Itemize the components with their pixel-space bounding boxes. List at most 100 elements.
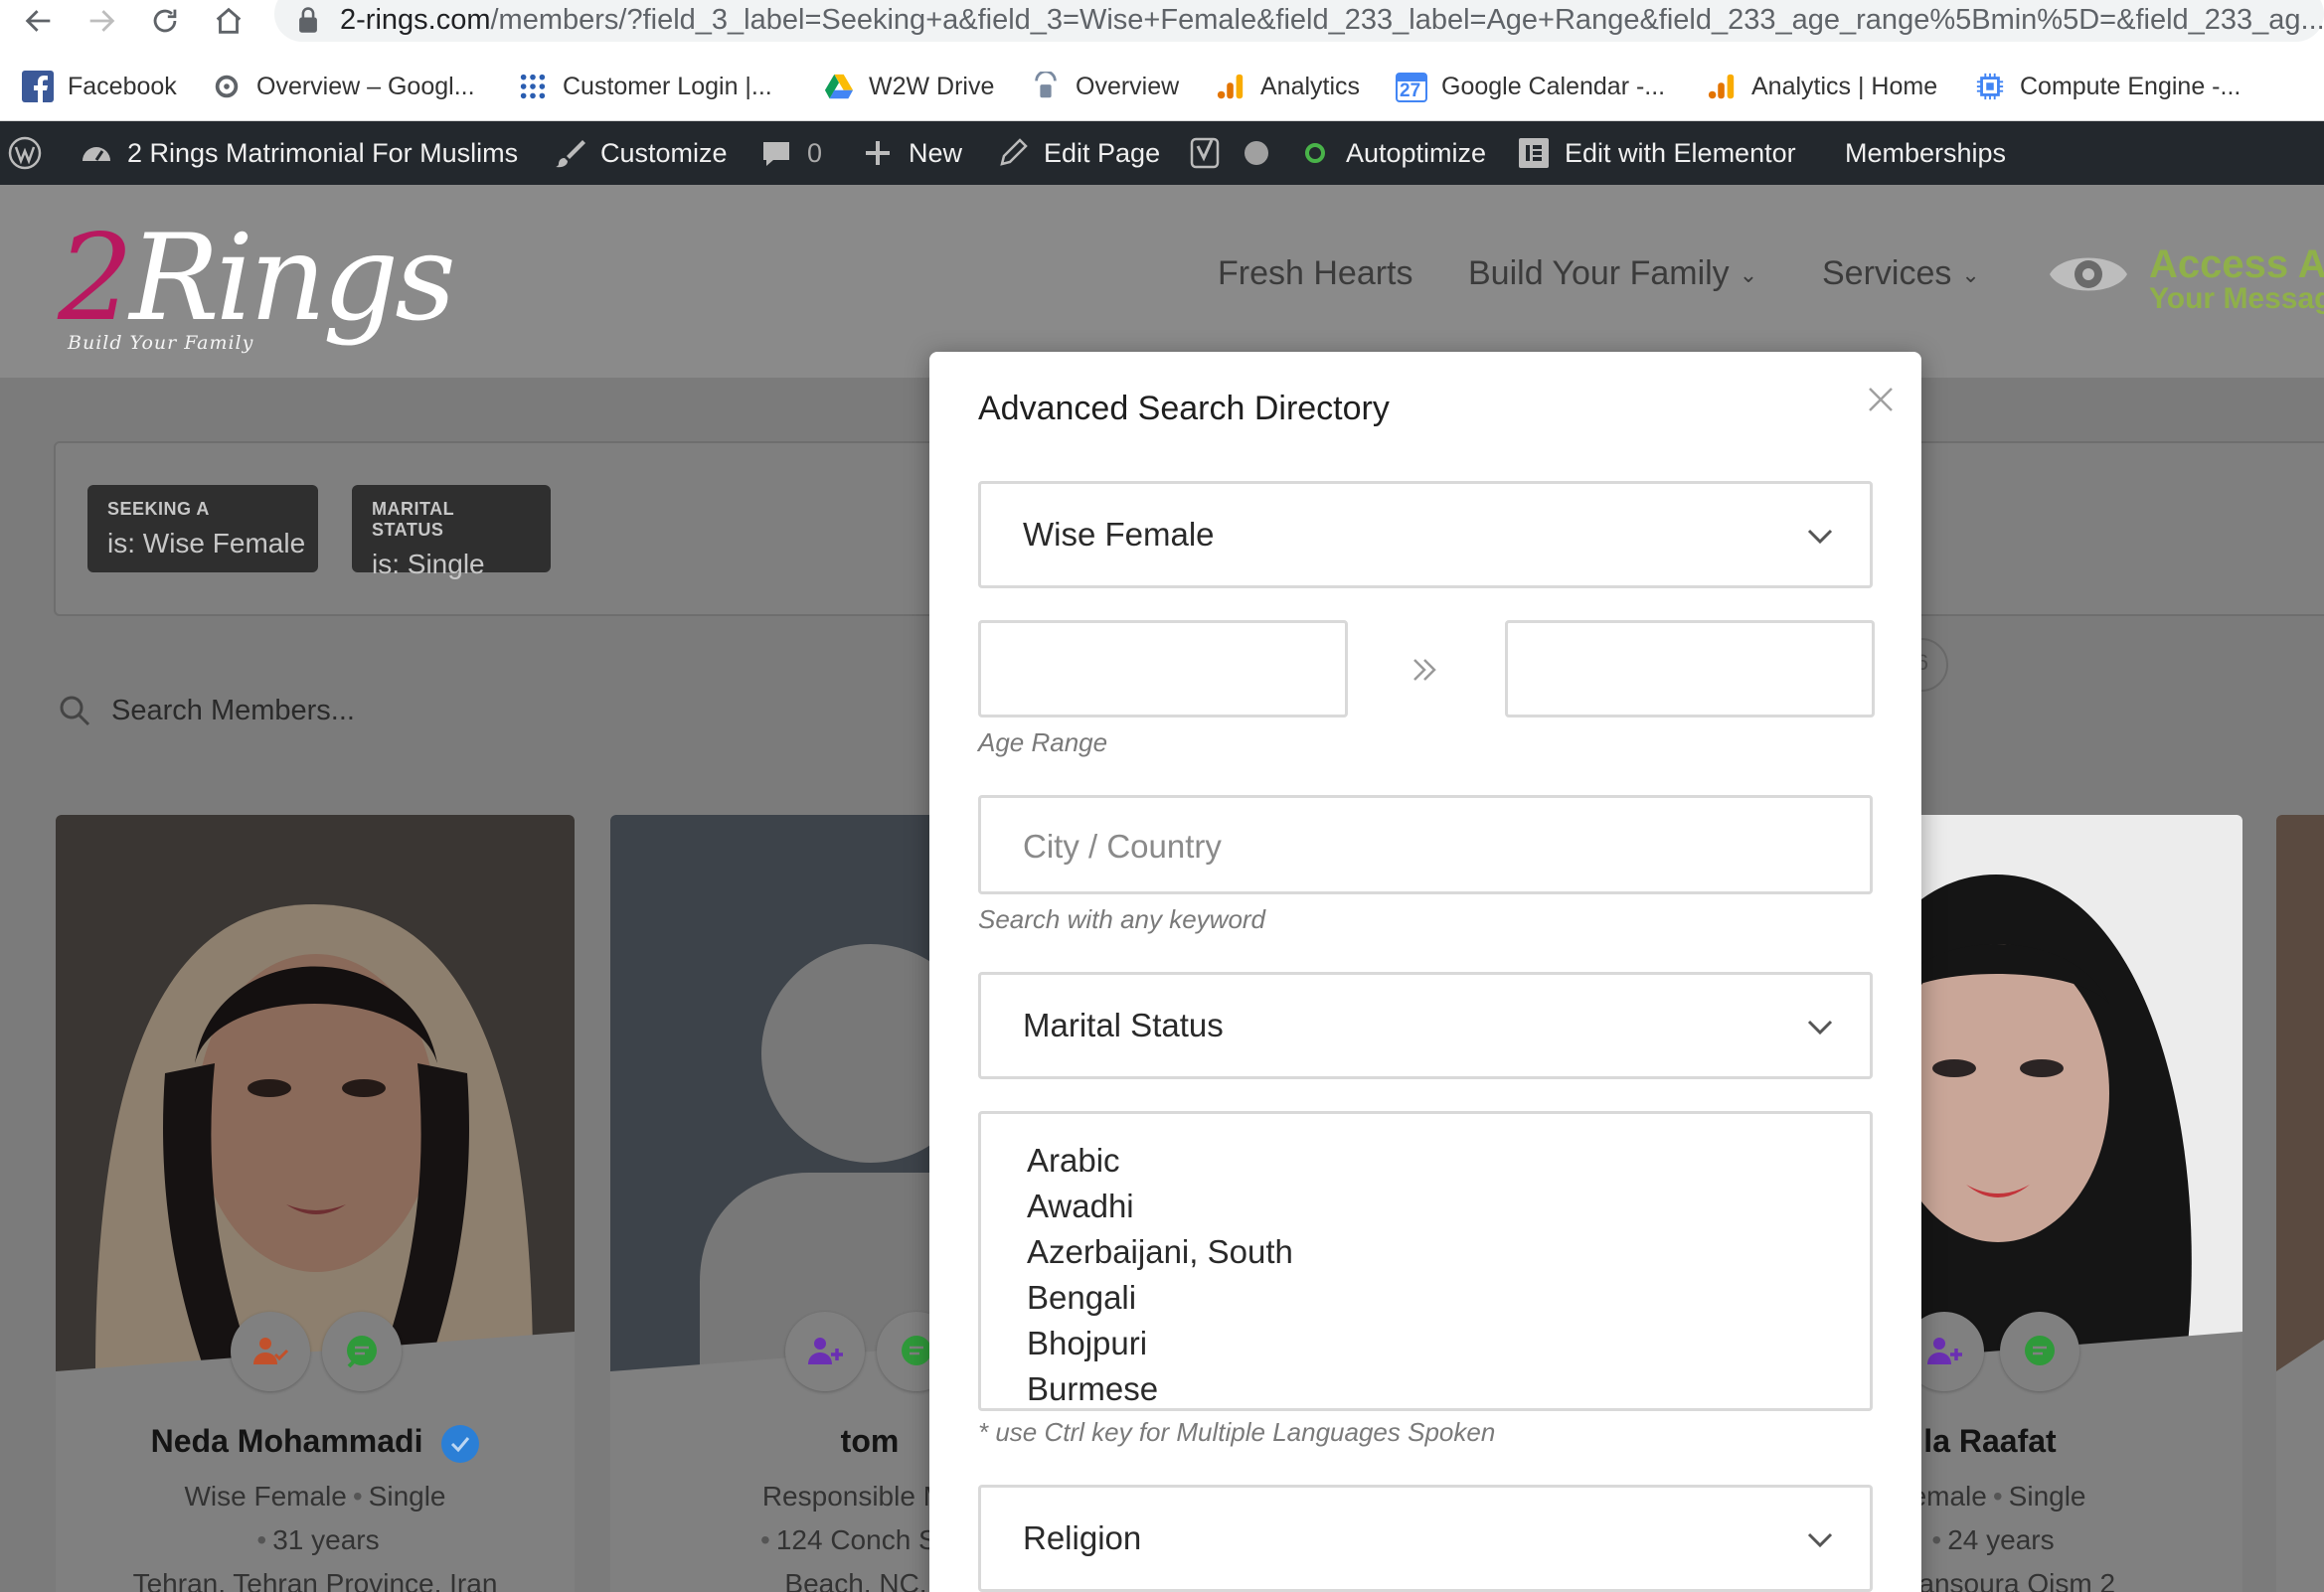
age-max-input[interactable] bbox=[1505, 620, 1875, 717]
logo-tagline: Build Your Family bbox=[68, 332, 254, 354]
add-friend-button[interactable] bbox=[785, 1312, 865, 1391]
language-option[interactable]: Bhojpuri bbox=[1027, 1321, 1870, 1366]
member-photo[interactable] bbox=[56, 815, 575, 1371]
bookmark-customer-login[interactable]: Customer Login |... bbox=[517, 62, 772, 111]
autoptimize-menu[interactable]: Autoptimize bbox=[1298, 121, 1486, 185]
edit-with-elementor-link[interactable]: Edit with Elementor bbox=[1517, 121, 1796, 185]
site-logo[interactable]: 2Rings Build Your Family bbox=[58, 215, 456, 364]
search-icon bbox=[60, 696, 90, 726]
close-icon bbox=[1869, 388, 1893, 411]
url-host: 2-rings.com bbox=[340, 4, 491, 36]
access-promo-subtitle: Your Messag bbox=[2149, 282, 2324, 315]
bookmark-label: Analytics | Home bbox=[1751, 72, 1938, 100]
customize-link[interactable]: Customize bbox=[553, 121, 728, 185]
nav-fresh-hearts[interactable]: Fresh Hearts bbox=[1218, 254, 1413, 293]
nav-build-your-family[interactable]: Build Your Family ⌄ bbox=[1468, 254, 1757, 293]
overview-icon bbox=[1030, 71, 1062, 102]
seo-status-dot bbox=[1245, 141, 1268, 165]
member-location: Tehran, Tehran Province, Iran bbox=[132, 1568, 498, 1592]
city-helper-text: Search with any keyword bbox=[978, 904, 1266, 934]
logo-numeral: 2 bbox=[58, 210, 133, 348]
memberships-link[interactable]: Memberships bbox=[1845, 121, 2006, 185]
filter-chip-marital-status[interactable]: MARITAL STATUS is: Single bbox=[352, 485, 551, 579]
religion-placeholder: Religion bbox=[1023, 1519, 1142, 1556]
access-promo-title[interactable]: Access A bbox=[2149, 242, 2324, 287]
back-button[interactable] bbox=[14, 0, 64, 42]
browser-chrome: 2-rings.com/members/?field_3_label=Seeki… bbox=[0, 0, 2324, 121]
lock-icon bbox=[299, 7, 317, 33]
edit-page-link[interactable]: Edit Page bbox=[996, 121, 1160, 185]
new-label: New bbox=[909, 137, 963, 168]
add-user-icon bbox=[808, 1338, 843, 1364]
send-message-button[interactable] bbox=[2000, 1312, 2079, 1391]
site-name-link[interactable]: 2 Rings Matrimonial For Muslims bbox=[80, 121, 518, 185]
language-option[interactable]: Arabic bbox=[1027, 1138, 1870, 1184]
bookmark-label: Overview bbox=[1076, 72, 1180, 100]
calendar-icon: 27 bbox=[1396, 71, 1427, 102]
dashboard-icon bbox=[80, 136, 113, 170]
comments-link[interactable]: 0 bbox=[759, 121, 822, 185]
arrow-right-icon bbox=[89, 10, 115, 32]
customize-label: Customize bbox=[600, 137, 728, 168]
member-card[interactable]: Neda Mohammadi Wise Female • Single • 31 ye… bbox=[56, 815, 575, 1592]
language-option[interactable]: Bengali bbox=[1027, 1275, 1870, 1321]
bookmark-analytics-home[interactable]: Analytics | Home bbox=[1706, 62, 1937, 111]
forward-button[interactable] bbox=[77, 0, 126, 42]
bookmark-google-calendar[interactable]: 27 Google Calendar -... bbox=[1396, 62, 1665, 111]
arrow-left-icon bbox=[25, 10, 51, 32]
site-name: 2 Rings Matrimonial For Muslims bbox=[127, 137, 519, 168]
paintbrush-icon bbox=[553, 136, 586, 170]
chevron-down-icon: ⌄ bbox=[1739, 262, 1758, 288]
member-name: Neda Mohammadi bbox=[150, 1423, 423, 1459]
chevron-down-icon bbox=[1807, 1532, 1833, 1548]
advanced-search-modal: Advanced Search Directory Wise Female Ag… bbox=[929, 352, 1921, 1592]
city-country-input[interactable]: City / Country bbox=[978, 795, 1873, 894]
status-ring-icon bbox=[1298, 136, 1332, 170]
language-option[interactable]: Burmese bbox=[1027, 1366, 1870, 1408]
pencil-icon bbox=[996, 136, 1030, 170]
friend-request-sent-button[interactable] bbox=[231, 1312, 310, 1391]
language-option[interactable]: Awadhi bbox=[1027, 1184, 1870, 1229]
languages-multiselect[interactable]: Arabic Awadhi Azerbaijani, South Bengali… bbox=[978, 1111, 1873, 1411]
home-icon bbox=[216, 7, 242, 34]
home-button[interactable] bbox=[204, 0, 253, 42]
bookmark-facebook[interactable]: Facebook bbox=[22, 62, 177, 111]
nav-services[interactable]: Services ⌄ bbox=[1822, 254, 1980, 293]
language-option[interactable]: Azerbaijani, South bbox=[1027, 1229, 1870, 1275]
marital-status-select[interactable]: Marital Status bbox=[978, 972, 1873, 1079]
send-message-button[interactable] bbox=[322, 1312, 402, 1391]
filter-chip-seeking[interactable]: SEEKING A is: Wise Female bbox=[87, 485, 318, 572]
add-user-icon bbox=[1927, 1338, 1962, 1364]
bookmark-label: Facebook bbox=[68, 72, 177, 100]
reload-icon bbox=[153, 9, 177, 33]
bookmark-overview-google[interactable]: Overview – Googl... bbox=[211, 62, 475, 111]
verified-badge-icon bbox=[441, 1424, 480, 1463]
member-search[interactable]: Search Members... bbox=[58, 686, 355, 735]
member-name-row[interactable]: Neda Mohammadi bbox=[56, 1423, 575, 1463]
google-cloud-icon bbox=[211, 71, 243, 102]
bookmark-label: Compute Engine -... bbox=[2020, 72, 2241, 100]
city-placeholder: City / Country bbox=[1023, 828, 1222, 865]
grid-dots-icon bbox=[517, 71, 549, 102]
facebook-icon bbox=[22, 71, 54, 102]
url-text[interactable]: 2-rings.com/members/?field_3_label=Seeki… bbox=[340, 2, 2324, 38]
autoptimize-label: Autoptimize bbox=[1346, 137, 1487, 168]
search-members-input[interactable]: Search Members... bbox=[111, 695, 355, 727]
bookmark-w2w-drive[interactable]: W2W Drive bbox=[823, 62, 994, 111]
bookmark-compute-engine[interactable]: Compute Engine -... bbox=[1974, 62, 2241, 111]
age-min-input[interactable] bbox=[978, 620, 1348, 717]
new-content-link[interactable]: New bbox=[861, 121, 962, 185]
comment-icon bbox=[759, 136, 793, 170]
yoast-seo-menu[interactable] bbox=[1189, 121, 1268, 185]
close-button[interactable] bbox=[1861, 380, 1901, 419]
religion-select[interactable]: Religion bbox=[978, 1485, 1873, 1592]
compute-engine-icon bbox=[1974, 71, 2006, 102]
wordpress-logo-button[interactable] bbox=[8, 121, 56, 185]
member-card-partial[interactable] bbox=[2276, 815, 2324, 1592]
bookmark-analytics[interactable]: Analytics bbox=[1215, 62, 1360, 111]
seeking-select[interactable]: Wise Female bbox=[978, 481, 1873, 588]
reload-button[interactable] bbox=[140, 0, 190, 42]
analytics-icon bbox=[1706, 71, 1738, 102]
eye-icon bbox=[2050, 257, 2127, 291]
bookmark-overview[interactable]: Overview bbox=[1030, 62, 1179, 111]
